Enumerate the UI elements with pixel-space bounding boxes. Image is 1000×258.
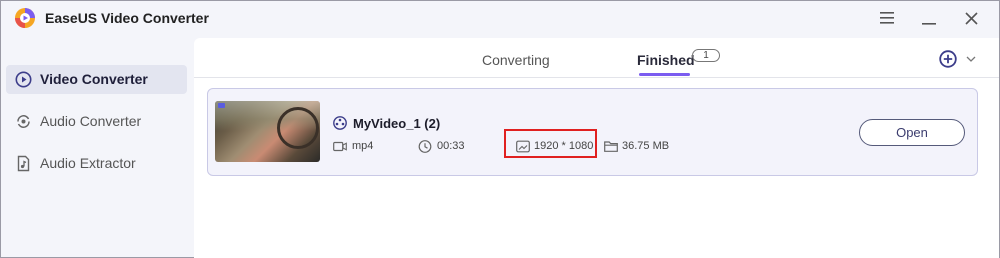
file-format: mp4 — [352, 140, 374, 152]
main-panel: Converting Finished 1 MyVideo_1 (2) mp4 … — [194, 38, 999, 258]
resolution-highlight — [504, 129, 597, 158]
file-duration: 00:33 — [437, 140, 465, 152]
sidebar-item-label: Audio Extractor — [40, 155, 136, 171]
sidebar-item-audio-extractor[interactable]: Audio Extractor — [6, 149, 187, 178]
file-card[interactable]: MyVideo_1 (2) mp4 00:33 1920 * 1080 36.7… — [207, 88, 978, 176]
minimize-icon — [922, 23, 936, 25]
clock-icon — [418, 140, 432, 153]
sidebar-item-label: Video Converter — [40, 71, 148, 87]
tabs-bar: Converting Finished 1 — [194, 38, 999, 78]
video-converter-icon — [15, 71, 32, 88]
sidebar-item-label: Audio Converter — [40, 113, 142, 129]
tab-finished[interactable]: Finished — [637, 52, 695, 68]
file-name: MyVideo_1 (2) — [353, 116, 441, 131]
audio-converter-icon — [17, 115, 30, 128]
hamburger-icon — [880, 12, 894, 24]
open-button[interactable]: Open — [859, 119, 965, 146]
audio-extractor-icon — [17, 155, 30, 172]
title-bar: EaseUS Video Converter — [1, 1, 999, 37]
sidebar-item-audio-converter[interactable]: Audio Converter — [6, 107, 187, 136]
sidebar-item-video-converter[interactable]: Video Converter — [6, 65, 187, 94]
app-logo-icon — [15, 8, 35, 28]
close-button[interactable] — [960, 7, 982, 29]
video-format-icon — [333, 141, 347, 152]
tab-converting[interactable]: Converting — [482, 52, 550, 68]
chevron-down-icon[interactable] — [966, 55, 976, 63]
app-title: EaseUS Video Converter — [45, 10, 209, 26]
active-tab-indicator — [639, 73, 690, 76]
video-file-icon — [333, 116, 347, 130]
video-thumbnail — [215, 101, 320, 162]
file-size: 36.75 MB — [622, 140, 670, 152]
folder-icon — [604, 141, 618, 152]
finished-count-badge: 1 — [692, 49, 720, 62]
close-icon — [964, 11, 978, 25]
sidebar: Video Converter Audio Converter Audio Ex… — [1, 37, 193, 258]
minimize-button[interactable] — [918, 7, 940, 29]
add-file-icon[interactable] — [939, 50, 957, 68]
menu-button[interactable] — [876, 7, 898, 29]
